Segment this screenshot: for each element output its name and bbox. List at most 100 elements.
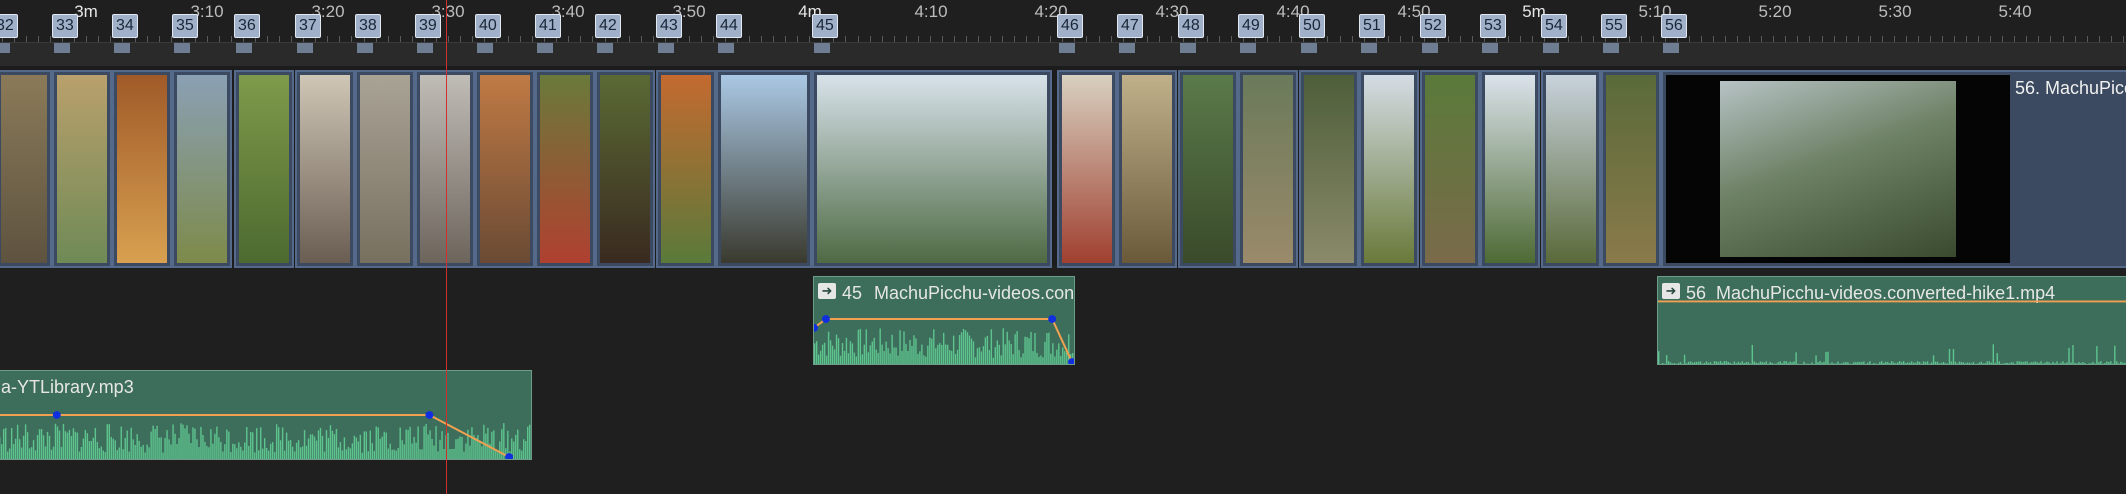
marker-stem <box>114 43 130 53</box>
clip-thumbnail <box>420 75 470 263</box>
playhead[interactable] <box>446 0 447 494</box>
video-clip[interactable] <box>716 70 812 268</box>
marker-stem <box>537 43 553 53</box>
marker-stem <box>814 43 830 53</box>
clip-title: 56. MachuPicc <box>2015 78 2126 98</box>
video-clip[interactable] <box>234 70 294 268</box>
clip-thumbnail <box>1183 75 1233 263</box>
clip-marker-48[interactable]: 48 <box>1178 14 1204 38</box>
clip-thumbnail-frame <box>1666 75 2010 263</box>
audio-clip-45[interactable]: ➜ 45 MachuPicchu-videos.conv <box>813 276 1075 365</box>
video-clip[interactable] <box>1057 70 1117 268</box>
video-clip[interactable] <box>1359 70 1419 268</box>
time-label: 4:10 <box>914 2 948 21</box>
marker-stem <box>54 43 70 53</box>
marker-stem <box>417 43 433 53</box>
clip-marker-40[interactable]: 40 <box>475 14 501 38</box>
clip-thumbnail <box>1122 75 1172 263</box>
clip-thumbnail <box>177 75 227 263</box>
clip-marker-36[interactable]: 36 <box>234 14 260 38</box>
marker-stem <box>1119 43 1135 53</box>
marker-stem <box>357 43 373 53</box>
clip-marker-47[interactable]: 47 <box>1117 14 1143 38</box>
time-label: 5:20 <box>1758 2 1792 21</box>
clip-marker-33[interactable]: 33 <box>52 14 78 38</box>
video-clip[interactable] <box>1117 70 1177 268</box>
clip-thumbnail <box>1243 75 1293 263</box>
video-clip[interactable] <box>355 70 415 268</box>
video-clip[interactable] <box>595 70 655 268</box>
clip-marker-49[interactable]: 49 <box>1238 14 1264 38</box>
video-clip[interactable] <box>1238 70 1298 268</box>
clip-thumbnail <box>1062 75 1112 263</box>
video-clip[interactable] <box>415 70 475 268</box>
marker-stem <box>1240 43 1256 53</box>
clip-marker-53[interactable]: 53 <box>1480 14 1506 38</box>
marker-stem <box>1180 43 1196 53</box>
clip-marker-35[interactable]: 35 <box>172 14 198 38</box>
marker-stem <box>1663 43 1679 53</box>
video-clip[interactable] <box>1420 70 1480 268</box>
video-clip[interactable] <box>535 70 595 268</box>
clip-marker-46[interactable]: 46 <box>1057 14 1083 38</box>
video-clip[interactable] <box>1299 70 1359 268</box>
clip-marker-43[interactable]: 43 <box>656 14 682 38</box>
video-clip[interactable] <box>172 70 232 268</box>
timeline-ruler[interactable]: 3m 3:10 3:20 3:30 3:40 3:50 4m 4:10 4:20 4:30 4:40… <box>0 0 2126 67</box>
keyframe-point <box>425 411 434 419</box>
clip-thumbnail <box>817 75 1047 263</box>
video-clip[interactable] <box>52 70 112 268</box>
volume-envelope[interactable] <box>0 371 531 459</box>
clip-thumbnail <box>661 75 711 263</box>
clip-marker-52[interactable]: 52 <box>1420 14 1446 38</box>
clip-thumbnail <box>540 75 590 263</box>
video-clip[interactable] <box>0 70 52 268</box>
marker-stem <box>236 43 252 53</box>
marker-stem <box>1543 43 1559 53</box>
video-clip[interactable] <box>1541 70 1601 268</box>
video-clip[interactable] <box>112 70 172 268</box>
clip-marker-45[interactable]: 45 <box>812 14 838 38</box>
video-track[interactable]: 56. MachuPicc <box>0 66 2126 268</box>
clip-marker-50[interactable]: 50 <box>1299 14 1325 38</box>
clip-thumbnail <box>1425 75 1475 263</box>
clip-thumbnail <box>1304 75 1354 263</box>
clip-marker-32[interactable]: 32 <box>0 14 18 38</box>
time-label: 5:40 <box>1998 2 2032 21</box>
video-clip[interactable] <box>475 70 535 268</box>
clip-marker-55[interactable]: 55 <box>1601 14 1627 38</box>
volume-envelope[interactable] <box>814 277 1074 364</box>
clip-thumbnail <box>360 75 410 263</box>
video-clip[interactable] <box>812 70 1052 268</box>
marker-stem <box>597 43 613 53</box>
clip-marker-44[interactable]: 44 <box>716 14 742 38</box>
audio-clip-music[interactable]: a-YTLibrary.mp3 <box>0 370 532 460</box>
clip-marker-54[interactable]: 54 <box>1541 14 1567 38</box>
clip-marker-34[interactable]: 34 <box>112 14 138 38</box>
clip-marker-38[interactable]: 38 <box>355 14 381 38</box>
audio-clip-56[interactable]: ➜ 56 MachuPicchu-videos.converted-hike1.… <box>1657 276 2126 365</box>
keyframe-point <box>821 315 830 323</box>
video-clip[interactable] <box>1178 70 1238 268</box>
clip-marker-39[interactable]: 39 <box>415 14 441 38</box>
clip-marker-37[interactable]: 37 <box>295 14 321 38</box>
clip-thumbnail <box>1485 75 1535 263</box>
clip-thumbnail <box>721 75 807 263</box>
clip-thumbnail <box>239 75 289 263</box>
clip-marker-41[interactable]: 41 <box>535 14 561 38</box>
clip-thumbnail <box>1364 75 1414 263</box>
clip-thumbnail <box>480 75 530 263</box>
video-clip[interactable] <box>1601 70 1661 268</box>
video-clip[interactable] <box>1480 70 1540 268</box>
keyframe-point <box>505 453 514 459</box>
marker-stem <box>1059 43 1075 53</box>
video-clip-56[interactable]: 56. MachuPicc <box>1661 70 2126 268</box>
clip-thumbnail <box>1546 75 1596 263</box>
clip-marker-51[interactable]: 51 <box>1359 14 1385 38</box>
video-clip[interactable] <box>656 70 716 268</box>
volume-envelope[interactable] <box>1658 277 2126 364</box>
video-clip[interactable] <box>295 70 355 268</box>
clip-marker-42[interactable]: 42 <box>595 14 621 38</box>
clip-thumbnail <box>1 75 47 263</box>
clip-marker-56[interactable]: 56 <box>1661 14 1687 38</box>
